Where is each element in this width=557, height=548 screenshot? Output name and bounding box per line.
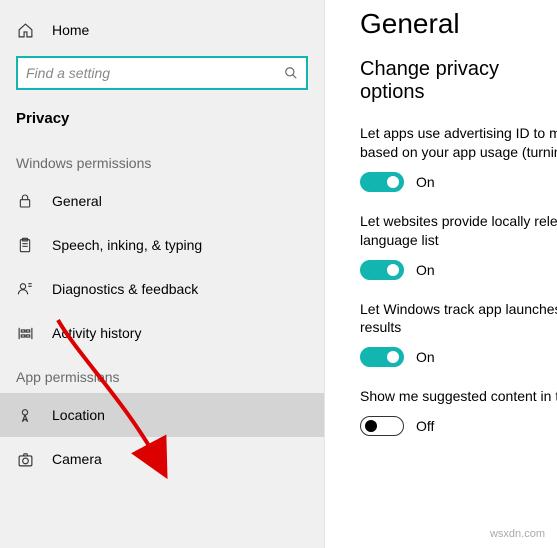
location-icon xyxy=(16,406,34,424)
sidebar-home-label: Home xyxy=(52,22,89,38)
lock-icon xyxy=(16,192,34,210)
toggle-label: On xyxy=(416,174,435,190)
page-subtitle: Change privacy options xyxy=(360,58,557,104)
sidebar-item-location[interactable]: Location xyxy=(0,393,324,437)
setting-advertising-id: Let apps use advertising ID to mabased o… xyxy=(360,124,557,192)
page-title: General xyxy=(360,8,557,40)
sidebar-item-speech[interactable]: Speech, inking, & typing xyxy=(0,223,324,267)
sidebar-item-general[interactable]: General xyxy=(0,179,324,223)
toggle-track-launches[interactable] xyxy=(360,347,404,367)
main-panel: General Change privacy options Let apps … xyxy=(325,0,557,548)
sidebar: Home Privacy Windows permissions General… xyxy=(0,0,325,548)
sidebar-item-diagnostics[interactable]: Diagnostics & feedback xyxy=(0,267,324,311)
toggle-suggested-content[interactable] xyxy=(360,416,404,436)
setting-desc: Let websites provide locally relevalangu… xyxy=(360,212,557,250)
clipboard-icon xyxy=(16,236,34,254)
toggle-label: On xyxy=(416,262,435,278)
setting-desc: Let Windows track app launches tresults xyxy=(360,300,557,338)
sidebar-item-label: General xyxy=(52,193,102,209)
sidebar-item-label: Camera xyxy=(52,451,102,467)
camera-icon xyxy=(16,450,34,468)
setting-track-launches: Let Windows track app launches tresults … xyxy=(360,300,557,368)
sidebar-item-activity[interactable]: Activity history xyxy=(0,311,324,355)
setting-desc: Let apps use advertising ID to mabased o… xyxy=(360,124,557,162)
home-icon xyxy=(16,21,34,39)
setting-suggested-content: Show me suggested content in th Off xyxy=(360,387,557,436)
sidebar-item-label: Activity history xyxy=(52,325,141,341)
sidebar-section-title: Privacy xyxy=(0,100,324,141)
activity-icon xyxy=(16,324,34,342)
search-input[interactable] xyxy=(26,65,284,81)
toggle-advertising-id[interactable] xyxy=(360,172,404,192)
sidebar-item-label: Location xyxy=(52,407,105,423)
sidebar-item-label: Diagnostics & feedback xyxy=(52,281,198,297)
watermark: wsxdn.com xyxy=(490,528,545,540)
sidebar-item-camera[interactable]: Camera xyxy=(0,437,324,481)
sidebar-group-app-permissions: App permissions xyxy=(0,355,324,393)
setting-websites-language: Let websites provide locally relevalangu… xyxy=(360,212,557,280)
toggle-label: On xyxy=(416,349,435,365)
sidebar-group-windows-permissions: Windows permissions xyxy=(0,141,324,179)
search-container xyxy=(0,52,324,100)
sidebar-item-label: Speech, inking, & typing xyxy=(52,237,202,253)
search-icon xyxy=(284,66,298,80)
search-box[interactable] xyxy=(16,56,308,90)
sidebar-home[interactable]: Home xyxy=(0,8,324,52)
toggle-websites-language[interactable] xyxy=(360,260,404,280)
feedback-icon xyxy=(16,280,34,298)
toggle-label: Off xyxy=(416,418,434,434)
setting-desc: Show me suggested content in th xyxy=(360,387,557,406)
